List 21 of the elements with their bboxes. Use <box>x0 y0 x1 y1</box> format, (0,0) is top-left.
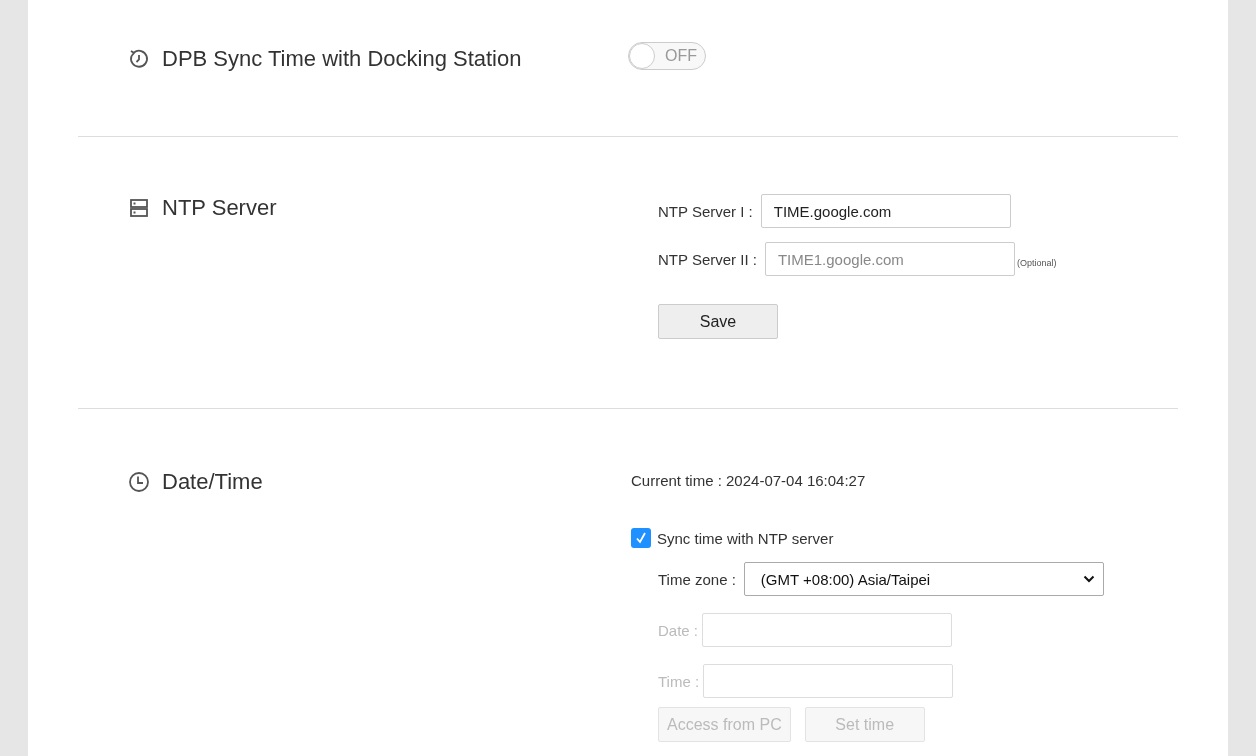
server-icon <box>128 197 150 219</box>
timezone-dropdown[interactable]: (GMT +08:00) Asia/Taipei <box>743 562 1104 596</box>
sync-checkbox[interactable] <box>631 528 651 548</box>
section-title: DPB Sync Time with Docking Station <box>162 46 522 72</box>
field-label: NTP Server II : <box>658 250 757 268</box>
field-label: Time zone : <box>658 570 736 588</box>
checkbox-label: Sync time with NTP server <box>657 529 834 547</box>
current-time: Current time : 2024-07-04 16:04:27 <box>631 470 866 491</box>
server-input[interactable]: TIME.google.com <box>760 194 1011 228</box>
save-button[interactable]: Save <box>658 304 778 339</box>
field-label: Date : <box>658 621 699 639</box>
optional-note: (Optional) <box>1016 258 1057 268</box>
section-title: NTP Server <box>162 195 277 221</box>
chevron-down-icon <box>1082 575 1095 583</box>
field-label: NTP Server I : <box>658 202 753 220</box>
field-label: Time : <box>658 672 700 690</box>
section-title: Date/Time <box>162 469 263 495</box>
clock-icon <box>128 471 150 493</box>
clock-arrow-icon <box>128 48 150 70</box>
server-input[interactable]: TIME1.google.com <box>764 242 1015 276</box>
checkmark-icon <box>634 531 648 545</box>
